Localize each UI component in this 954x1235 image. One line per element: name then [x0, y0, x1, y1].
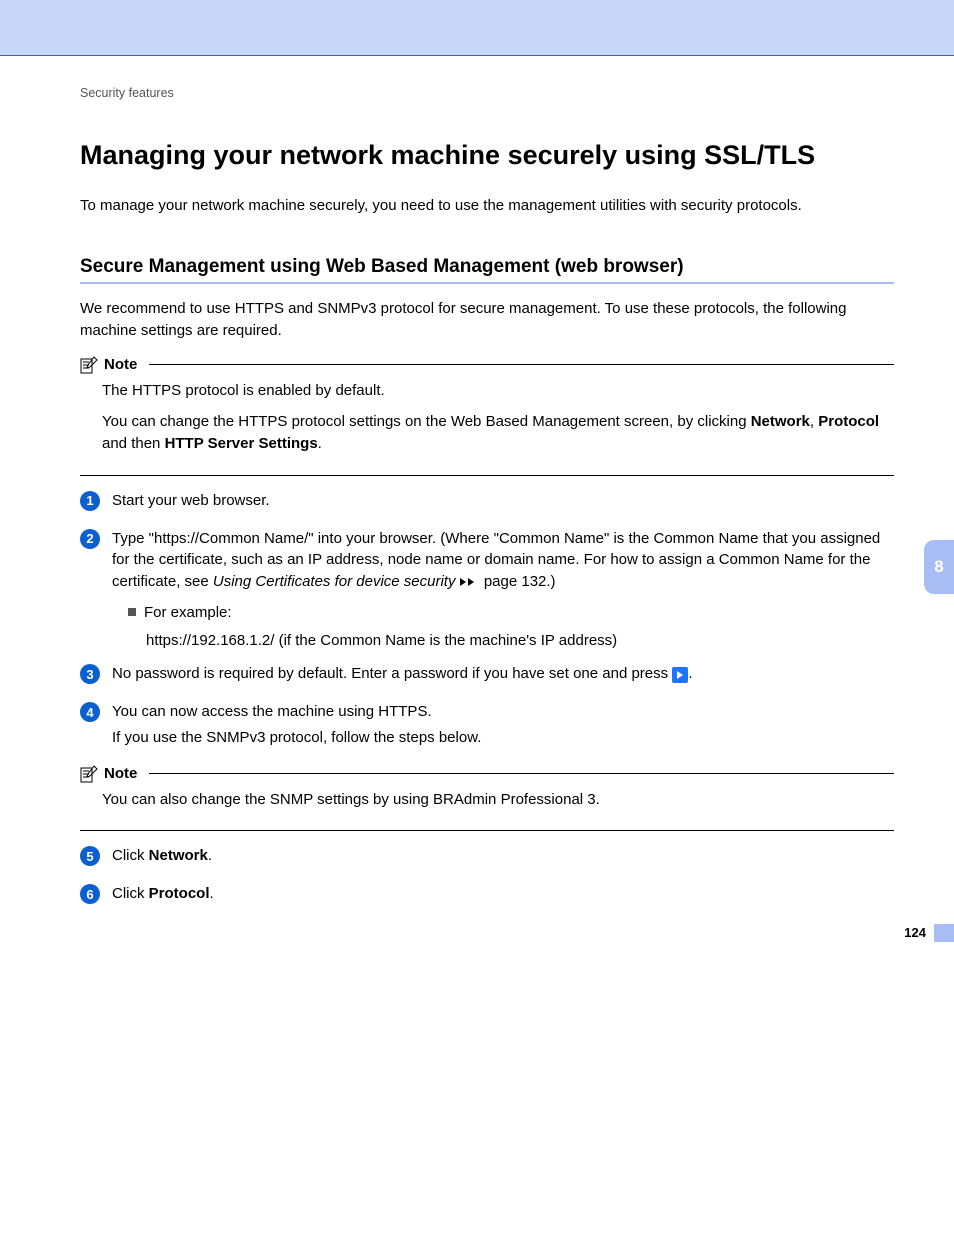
- note-text: You can change the HTTPS protocol settin…: [102, 411, 894, 455]
- step-number-badge: 3: [80, 664, 100, 684]
- section-heading: Secure Management using Web Based Manage…: [80, 256, 894, 278]
- step-number-badge: 5: [80, 846, 100, 866]
- page-title: Managing your network machine securely u…: [80, 140, 894, 171]
- go-arrow-icon: [672, 667, 688, 683]
- note-icon: [80, 356, 98, 374]
- page-number-bar: [934, 924, 954, 942]
- note-rule: [80, 830, 894, 831]
- header-bar: [0, 0, 954, 56]
- square-bullet-icon: [128, 608, 136, 616]
- step-item: 3 No password is required by default. En…: [80, 663, 894, 689]
- step-item: 1 Start your web browser.: [80, 490, 894, 516]
- step-item: 5 Click Network.: [80, 845, 894, 871]
- note-text: You can also change the SNMP settings by…: [102, 789, 894, 811]
- note-block: Note The HTTPS protocol is enabled by de…: [80, 356, 894, 476]
- note-label: Note: [104, 765, 137, 782]
- step-number-badge: 1: [80, 491, 100, 511]
- note-rule: [80, 475, 894, 476]
- step-text: If you use the SNMPv3 protocol, follow t…: [112, 727, 894, 749]
- step-text: Click Network.: [112, 845, 894, 867]
- section-rule: [80, 282, 894, 284]
- step-text: You can now access the machine using HTT…: [112, 701, 894, 723]
- note-label: Note: [104, 356, 137, 373]
- note-block: Note You can also change the SNMP settin…: [80, 765, 894, 832]
- page-number: 124: [904, 925, 934, 940]
- step-number-badge: 4: [80, 702, 100, 722]
- step-text: Click Protocol.: [112, 883, 894, 905]
- step-number-badge: 6: [80, 884, 100, 904]
- note-icon: [80, 765, 98, 783]
- note-text: The HTTPS protocol is enabled by default…: [102, 380, 894, 402]
- xref-arrow-icon: [460, 572, 480, 594]
- step-number-badge: 2: [80, 529, 100, 549]
- intro-paragraph: To manage your network machine securely,…: [80, 195, 894, 216]
- sub-bullet: For example:: [128, 602, 894, 624]
- step-text: Type "https://Common Name/" into your br…: [112, 528, 894, 594]
- step-item: 2 Type "https://Common Name/" into your …: [80, 528, 894, 652]
- step-item: 4 You can now access the machine using H…: [80, 701, 894, 753]
- breadcrumb: Security features: [80, 86, 894, 100]
- page-number-area: 124: [904, 923, 954, 943]
- step-text: Start your web browser.: [112, 490, 894, 512]
- page-content: Security features Managing your network …: [0, 56, 954, 961]
- example-text: https://192.168.1.2/ (if the Common Name…: [146, 630, 894, 652]
- step-text: No password is required by default. Ente…: [112, 663, 894, 685]
- step-item: 6 Click Protocol.: [80, 883, 894, 909]
- section-intro: We recommend to use HTTPS and SNMPv3 pro…: [80, 298, 894, 342]
